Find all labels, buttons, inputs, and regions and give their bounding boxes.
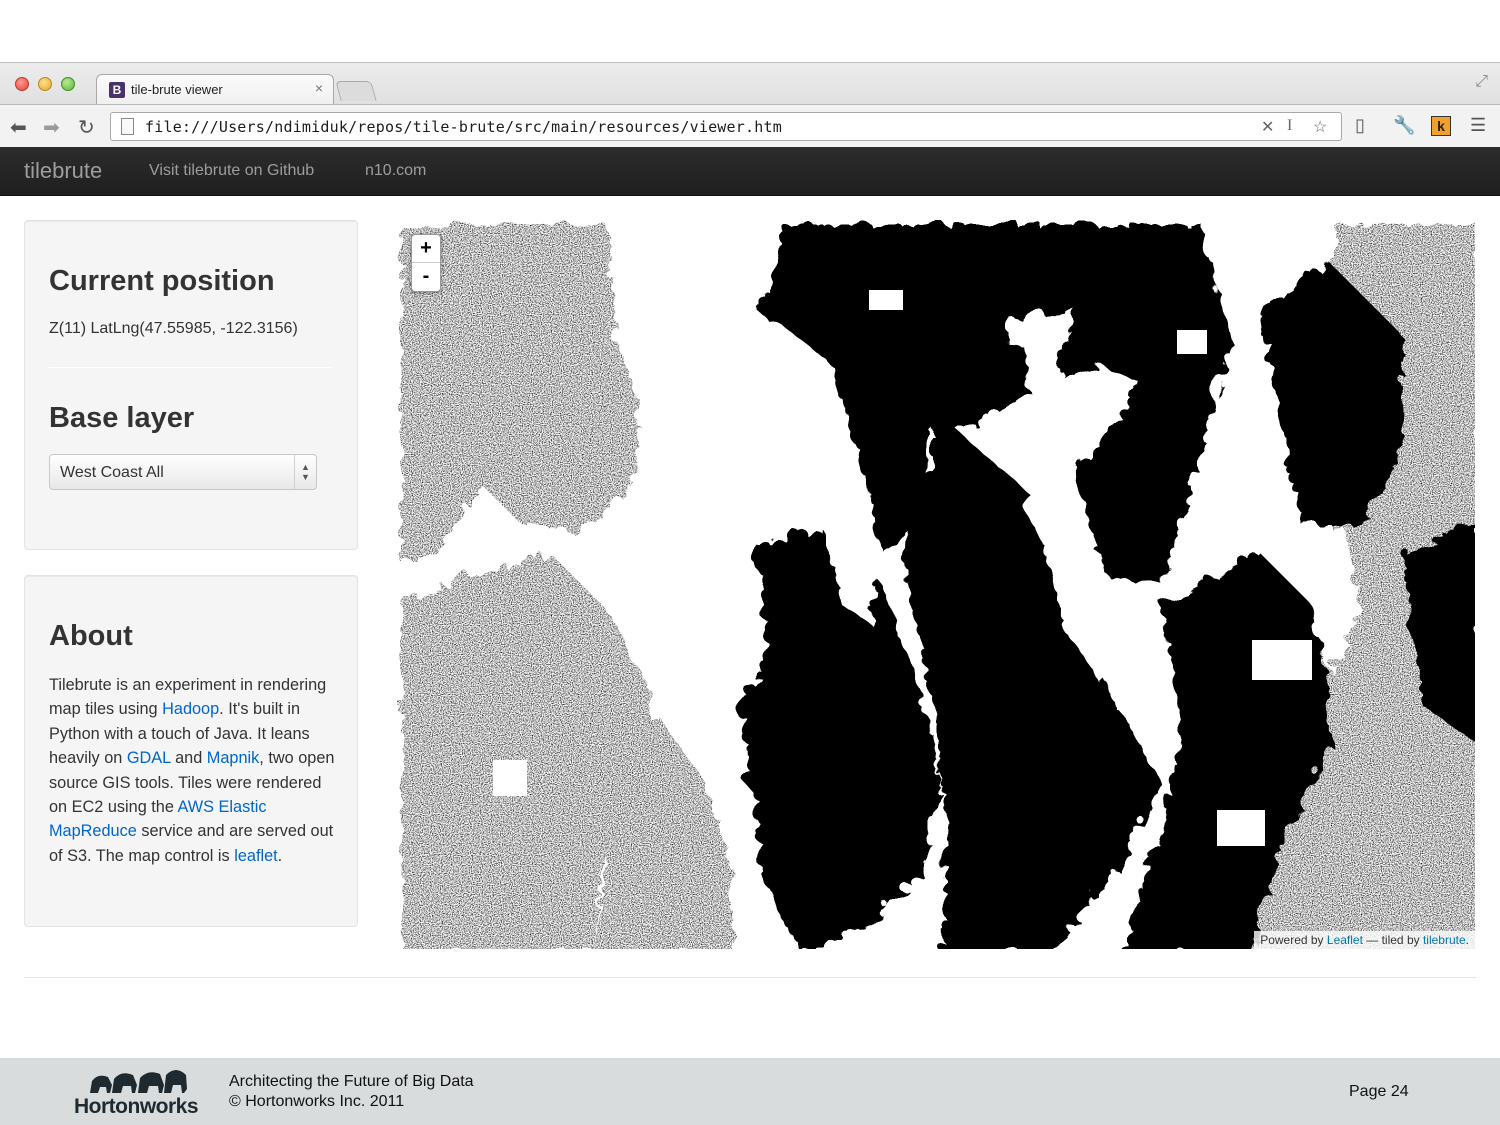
base-layer-select[interactable]: West Coast All ▲ ▼: [49, 454, 317, 490]
map-view[interactable]: + - Powered by Leaflet — tiled by tilebr…: [397, 220, 1475, 949]
url-text[interactable]: file:///Users/ndimiduk/repos/tile-brute/…: [145, 118, 782, 136]
page-number: Page 24: [1349, 1083, 1409, 1100]
nav-link-github[interactable]: Visit tilebrute on Github: [149, 162, 314, 180]
zoom-control: + -: [411, 234, 441, 292]
attribution-text: .: [1465, 933, 1469, 947]
back-arrow-icon[interactable]: ⬅: [10, 115, 27, 140]
about-text: Tilebrute is an experiment in rendering …: [49, 673, 341, 868]
wrench-icon[interactable]: 🔧: [1393, 115, 1415, 136]
new-tab-button[interactable]: [335, 81, 377, 101]
base-layer-selected: West Coast All: [60, 464, 164, 481]
map-tiles: [397, 220, 1475, 949]
menu-icon[interactable]: ☰: [1470, 115, 1486, 136]
page-icon: [121, 118, 134, 135]
select-arrows-icon: ▲ ▼: [294, 455, 316, 489]
attribution-leaflet-link[interactable]: Leaflet: [1327, 933, 1363, 947]
mapnik-link[interactable]: Mapnik: [207, 749, 260, 767]
about-text-part: and: [170, 749, 207, 768]
blocked-plugin-icon[interactable]: ✕: [1261, 117, 1274, 137]
zoom-in-button[interactable]: +: [412, 235, 440, 263]
browser-chrome: B tile-brute viewer × ⤢ ⬅ ➡ ↻ file:///Us…: [0, 62, 1500, 148]
reload-icon[interactable]: ↻: [78, 115, 95, 140]
attribution-tilebrute-link[interactable]: tilebrute: [1423, 933, 1466, 947]
position-value: Z(11) LatLng(47.55985, -122.3156): [49, 320, 298, 337]
fullscreen-icon[interactable]: ⤢: [1475, 73, 1488, 91]
attribution-text: Powered by: [1260, 933, 1327, 947]
bookmark-star-icon[interactable]: ☆: [1313, 117, 1327, 137]
extension-phone-icon[interactable]: ▯: [1355, 115, 1365, 136]
footer-rule: [24, 977, 1476, 978]
zoom-window-button[interactable]: [61, 77, 75, 91]
forward-arrow-icon[interactable]: ➡: [43, 115, 60, 140]
app-navbar: tilebrute Visit tilebrute on Github n10.…: [0, 147, 1500, 196]
favicon-icon: B: [109, 82, 125, 98]
about-panel: About Tilebrute is an experiment in rend…: [24, 575, 358, 927]
attribution-text: — tiled by: [1362, 933, 1423, 947]
address-bar[interactable]: file:///Users/ndimiduk/repos/tile-brute/…: [110, 112, 1342, 141]
footer-tagline: Architecting the Future of Big Data: [229, 1073, 474, 1090]
divider: [49, 367, 333, 368]
position-panel: Current position Z(11) LatLng(47.55985, …: [24, 220, 358, 550]
browser-toolbar: ⬅ ➡ ↻ file:///Users/ndimiduk/repos/tile-…: [0, 104, 1500, 148]
map-attribution: Powered by Leaflet — tiled by tilebrute.: [1254, 931, 1475, 949]
about-text-part: .: [277, 846, 283, 865]
zoom-out-button[interactable]: -: [412, 263, 440, 291]
brand-link[interactable]: tilebrute: [24, 158, 102, 184]
hadoop-link[interactable]: Hadoop: [162, 700, 219, 718]
footer-copyright: © Hortonworks Inc. 2011: [229, 1093, 405, 1110]
kippt-extension-icon[interactable]: k: [1431, 116, 1451, 136]
nav-link-n10[interactable]: n10.com: [365, 162, 426, 180]
base-layer-heading: Base layer: [49, 402, 195, 434]
browser-tab[interactable]: B tile-brute viewer ×: [96, 74, 334, 104]
close-window-button[interactable]: [15, 77, 29, 91]
minimize-window-button[interactable]: [38, 77, 52, 91]
leaflet-link[interactable]: leaflet: [234, 847, 277, 865]
hortonworks-elephants-logo: [90, 1070, 187, 1093]
tab-title: tile-brute viewer: [131, 82, 223, 97]
text-cursor-icon[interactable]: I: [1287, 117, 1292, 135]
company-logo-text: Hortonworks: [74, 1095, 199, 1118]
position-heading: Current position: [49, 265, 275, 297]
tab-close-icon[interactable]: ×: [315, 80, 323, 96]
slide-footer: Hortonworks Architecting the Future of B…: [0, 1058, 1500, 1125]
about-heading: About: [49, 620, 133, 652]
gdal-link[interactable]: GDAL: [127, 749, 171, 767]
